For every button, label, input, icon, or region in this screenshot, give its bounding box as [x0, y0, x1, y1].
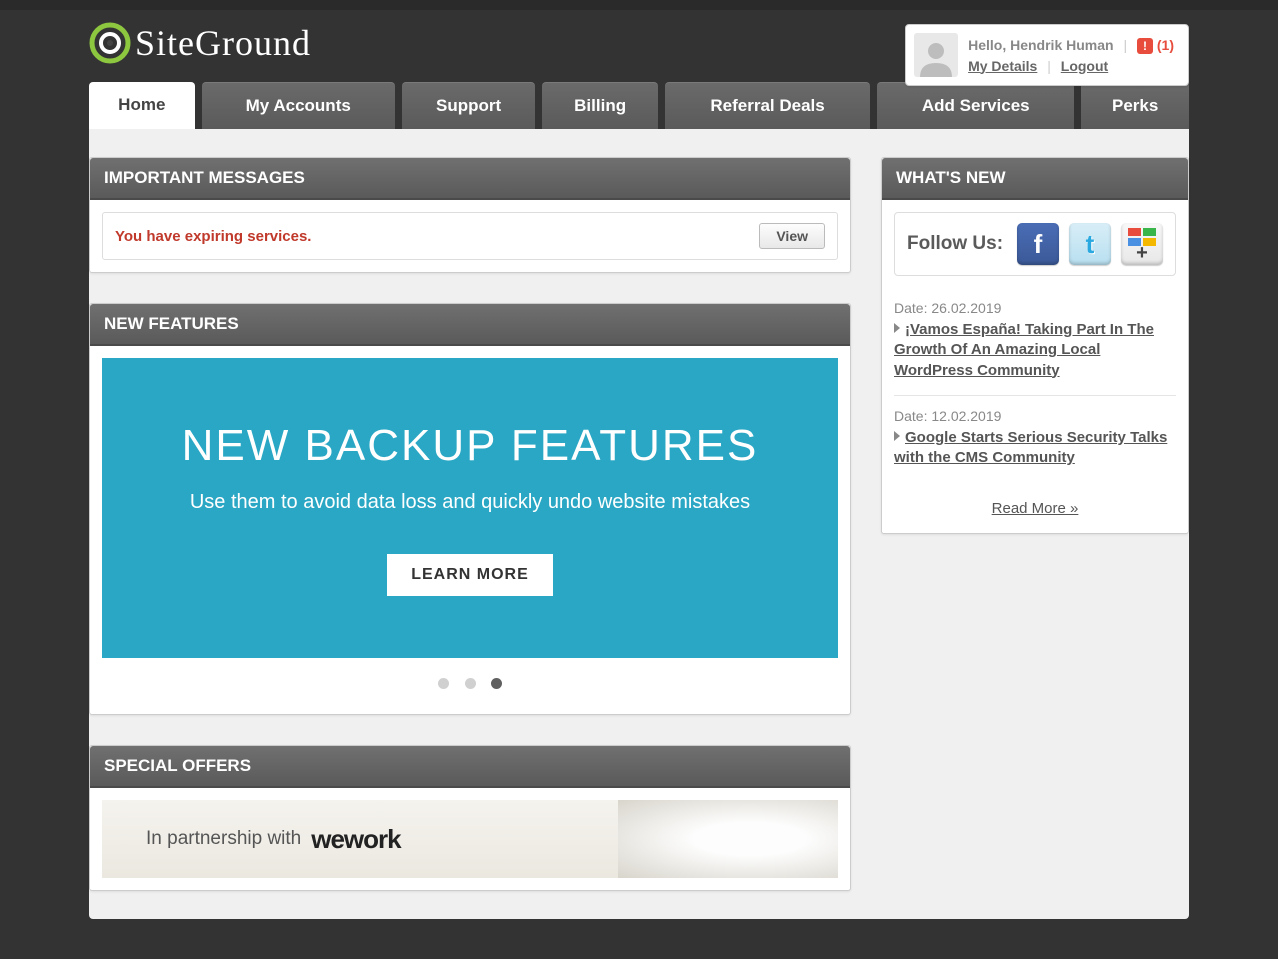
tab-add-services[interactable]: Add Services [877, 82, 1074, 129]
news-link[interactable]: Google Starts Serious Security Talks wit… [894, 429, 1167, 466]
news-link[interactable]: ¡Vamos España! Taking Part In The Growth… [894, 321, 1154, 379]
whats-new-panel: WHAT'S NEW Follow Us: f t [881, 157, 1189, 534]
alert-icon[interactable]: ! [1137, 38, 1153, 54]
tab-home[interactable]: Home [89, 82, 195, 129]
carousel-dot-1[interactable] [438, 678, 449, 689]
learn-more-button[interactable]: LEARN MORE [387, 554, 553, 596]
logo-swirl-icon [89, 22, 131, 64]
news-item: Date: 12.02.2019 Google Starts Serious S… [894, 402, 1176, 483]
logo-text: SiteGround [135, 22, 311, 64]
tab-billing[interactable]: Billing [542, 82, 658, 129]
carousel-dot-3[interactable] [491, 678, 502, 689]
chevron-right-icon [894, 323, 900, 333]
my-details-link[interactable]: My Details [968, 58, 1037, 74]
follow-label: Follow Us: [907, 233, 1017, 255]
offers-header: SPECIAL OFFERS [90, 746, 850, 788]
news-date: Date: 26.02.2019 [894, 300, 1176, 316]
twitter-icon[interactable]: t [1069, 223, 1111, 265]
nav-tabs: Home My Accounts Support Billing Referra… [89, 82, 1189, 129]
special-offers-panel: SPECIAL OFFERS In partnership with wewor… [89, 745, 851, 891]
tab-perks[interactable]: Perks [1081, 82, 1189, 129]
facebook-icon[interactable]: f [1017, 223, 1059, 265]
tab-support[interactable]: Support [402, 82, 536, 129]
offers-image [618, 800, 838, 878]
tab-referral-deals[interactable]: Referral Deals [665, 82, 870, 129]
user-box: Hello, Hendrik Human | ! (1) My Details … [905, 24, 1189, 86]
news-item: Date: 26.02.2019 ¡Vamos España! Taking P… [894, 294, 1176, 396]
new-features-panel: NEW FEATURES New Backup Features Use the… [89, 303, 851, 715]
carousel-dots [102, 658, 838, 714]
google-plus-icon[interactable]: + [1121, 223, 1163, 265]
important-messages-panel: IMPORTANT MESSAGES You have expiring ser… [89, 157, 851, 273]
news-date: Date: 12.02.2019 [894, 408, 1176, 424]
expiring-message: You have expiring services. [115, 228, 311, 245]
offers-banner[interactable]: In partnership with wework [102, 800, 838, 878]
avatar [914, 33, 958, 77]
read-more-link[interactable]: Read More » [992, 500, 1079, 517]
logout-link[interactable]: Logout [1061, 58, 1108, 74]
important-header: IMPORTANT MESSAGES [90, 158, 850, 200]
chevron-right-icon [894, 431, 900, 441]
features-header: NEW FEATURES [90, 304, 850, 346]
feature-banner: New Backup Features Use them to avoid da… [102, 358, 838, 658]
partnership-text: In partnership with [146, 828, 301, 850]
whatsnew-header: WHAT'S NEW [882, 158, 1188, 200]
banner-subtitle: Use them to avoid data loss and quickly … [190, 491, 750, 514]
alert-count[interactable]: (1) [1157, 37, 1174, 53]
view-button[interactable]: View [759, 223, 825, 249]
banner-title: New Backup Features [182, 421, 759, 471]
carousel-dot-2[interactable] [465, 678, 476, 689]
tab-my-accounts[interactable]: My Accounts [202, 82, 395, 129]
user-greeting: Hello, Hendrik Human [968, 37, 1113, 53]
partner-logo: wework [311, 824, 400, 855]
